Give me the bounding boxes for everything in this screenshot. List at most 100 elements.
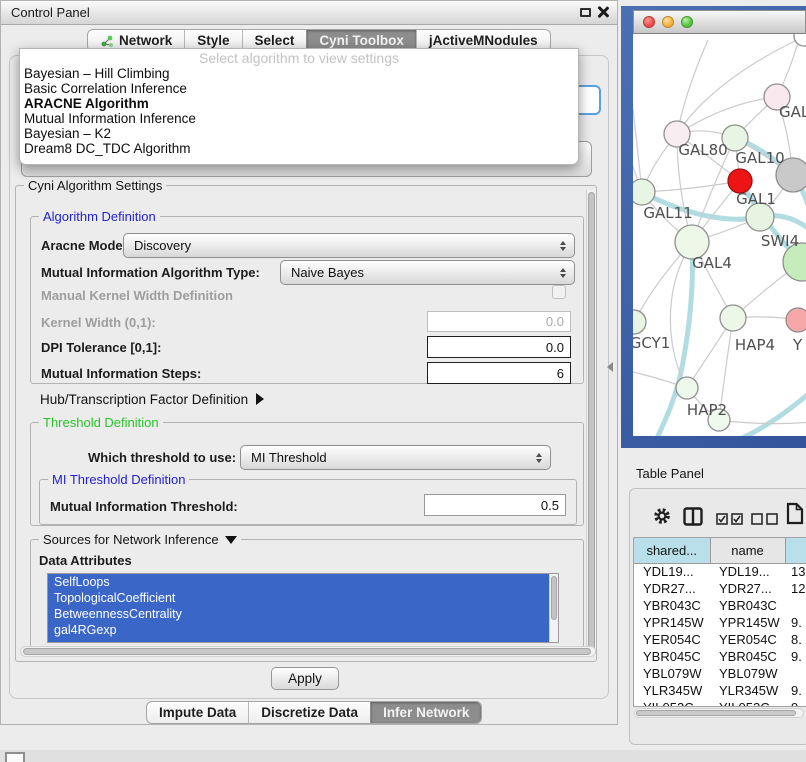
network-edge[interactable] (677, 40, 708, 134)
table-cell[interactable]: YBR043C (634, 597, 710, 614)
network-node-partial-top[interactable] (794, 34, 806, 46)
table-horizontal-scrollbar[interactable] (634, 708, 804, 718)
dropdown-items: Bayesian – Hill Climbing Basic Correlati… (22, 66, 572, 156)
deselect-all-checkboxes-icon[interactable] (751, 512, 779, 530)
table-cell[interactable]: YDR27... (710, 580, 785, 597)
network-node-hap4[interactable] (720, 305, 746, 331)
kernel-width-field[interactable]: 0.0 (427, 311, 571, 332)
table-cell[interactable]: YPR145W (634, 614, 710, 631)
collapsed-panel-icon[interactable] (5, 752, 25, 762)
table-cell[interactable]: YIL052C (634, 699, 710, 707)
table-row[interactable]: YER054CYER054C8. (634, 631, 806, 648)
table-cell[interactable]: 9. (785, 648, 806, 665)
table-cell[interactable]: YBL079W (710, 665, 785, 682)
mi-algorithm-type-label: Mutual Information Algorithm Type: (41, 260, 260, 285)
table-cell[interactable]: YBR045C (634, 648, 710, 665)
list-item-selected[interactable]: BetweennessCentrality (48, 606, 558, 622)
tab-label: Discretize Data (261, 702, 358, 724)
tab-discretize-data[interactable]: Discretize Data (248, 702, 370, 723)
table-cell[interactable]: 9. (785, 699, 806, 707)
column-header-name[interactable]: name (710, 538, 785, 563)
data-attributes-label: Data Attributes (39, 553, 132, 568)
dropdown-item[interactable]: Bayesian – Hill Climbing (22, 66, 572, 81)
float-panel-icon[interactable] (580, 8, 591, 17)
table-cell[interactable]: YBL079W (634, 665, 710, 682)
close-panel-icon[interactable] (597, 6, 609, 18)
table-cell[interactable]: 9. (785, 614, 806, 631)
manual-kernel-width-checkbox[interactable] (552, 285, 566, 299)
data-attributes-list[interactable]: SelfLoops TopologicalCoefficient Between… (47, 573, 559, 643)
mi-threshold-field[interactable]: 0.5 (424, 494, 566, 516)
table-cell[interactable]: YBR043C (710, 597, 785, 614)
network-node-pink-node[interactable] (786, 308, 806, 332)
settings-gear-icon[interactable] (651, 505, 673, 532)
list-item-selected[interactable]: TopologicalCoefficient (48, 590, 558, 606)
table-cell[interactable]: YER054C (634, 631, 710, 648)
table-row[interactable]: YDL19...YDL19...13 (634, 563, 806, 580)
table-cell[interactable]: 8. (785, 631, 806, 648)
network-window-titlebar[interactable] (633, 10, 806, 34)
network-edge[interactable] (642, 181, 740, 192)
dropdown-item[interactable]: Mutual Information Inference (22, 111, 572, 126)
table-cell[interactable]: YBR045C (710, 648, 785, 665)
column-header-partial[interactable]: A (785, 538, 806, 563)
table-row[interactable]: YBR043CYBR043C (634, 597, 806, 614)
table-row[interactable]: YBR045CYBR045C9. (634, 648, 806, 665)
sources-legend[interactable]: Sources for Network Inference (39, 532, 241, 547)
table-row[interactable]: YLR345WYLR345W9. (634, 682, 806, 699)
network-node-gcy1[interactable] (633, 310, 646, 334)
table-row[interactable]: YDR27...YDR27...12 (634, 580, 806, 597)
tab-impute-data[interactable]: Impute Data (147, 702, 248, 723)
close-window-button[interactable] (643, 16, 655, 28)
aracne-mode-select[interactable]: Discovery (123, 233, 575, 258)
apply-button[interactable]: Apply (271, 667, 339, 690)
table-cell[interactable]: YLR345W (634, 682, 710, 699)
table-cell[interactable]: 9. (785, 682, 806, 699)
tab-infer-network[interactable]: Infer Network (370, 702, 481, 723)
panel-divider-grip[interactable] (607, 362, 613, 372)
network-node-hap2[interactable] (676, 377, 698, 399)
hub-transcription-factor-section[interactable]: Hub/Transcription Factor Definition (40, 390, 264, 408)
table-cell[interactable]: YER054C (710, 631, 785, 648)
node-table[interactable]: shared... name A YDL19...YDL19...13YDR27… (633, 537, 806, 707)
table-cell[interactable] (785, 597, 806, 614)
table-cell[interactable] (785, 665, 806, 682)
list-item-selected[interactable]: SelfLoops (48, 574, 558, 590)
table-row[interactable]: YIL052CYIL052C9. (634, 699, 806, 707)
settings-scrollbar[interactable] (586, 190, 596, 656)
table-cell[interactable]: YDL19... (710, 563, 785, 580)
collapsed-arrow-icon[interactable] (256, 393, 264, 405)
zoom-window-button[interactable] (681, 16, 693, 28)
network-edge[interactable] (719, 420, 806, 424)
dropdown-item[interactable]: Dream8 DC_TDC Algorithm (22, 141, 572, 156)
table-cell[interactable]: 13 (785, 563, 806, 580)
settings-horizontal-scrollbar[interactable] (20, 646, 596, 657)
network-edge[interactable] (733, 390, 806, 436)
column-layout-icon[interactable] (683, 507, 703, 531)
dropdown-item[interactable]: Basic Correlation Inference (22, 81, 572, 96)
dpi-tolerance-field[interactable]: 0.0 (427, 336, 571, 358)
mi-algorithm-type-select[interactable]: Naive Bayes (280, 260, 575, 285)
list-item-selected[interactable]: gal4RGexp (48, 622, 558, 638)
table-cell[interactable]: YLR345W (710, 682, 785, 699)
table-cell[interactable]: YDR27... (634, 580, 710, 597)
table-cell[interactable]: 12 (785, 580, 806, 597)
table-cell[interactable]: YPR145W (710, 614, 785, 631)
network-canvas[interactable]: GALGAL80GAL10GAL1GAL11SWI4GAL4GCY1HAP4YH… (633, 34, 806, 436)
expanded-arrow-icon[interactable] (225, 536, 237, 544)
mi-steps-field[interactable]: 6 (427, 362, 571, 384)
select-all-checkboxes-icon[interactable] (716, 512, 744, 530)
dropdown-item-highlighted[interactable]: ARACNE Algorithm (22, 96, 572, 111)
table-row[interactable]: YPR145WYPR145W9. (634, 614, 806, 631)
table-cell[interactable]: YIL052C (710, 699, 785, 707)
dropdown-item[interactable]: Bayesian – K2 (22, 126, 572, 141)
list-scrollbar[interactable] (549, 574, 558, 642)
table-row[interactable]: YBL079WYBL079W (634, 665, 806, 682)
minimize-window-button[interactable] (662, 16, 674, 28)
network-node-gal11[interactable] (633, 179, 655, 205)
table-cell[interactable]: YDL19... (634, 563, 710, 580)
which-threshold-select[interactable]: MI Threshold (240, 445, 551, 470)
document-icon[interactable] (786, 502, 804, 530)
network-node-label: SWI4 (761, 232, 799, 250)
column-header-shared-name[interactable]: shared... (634, 538, 710, 563)
